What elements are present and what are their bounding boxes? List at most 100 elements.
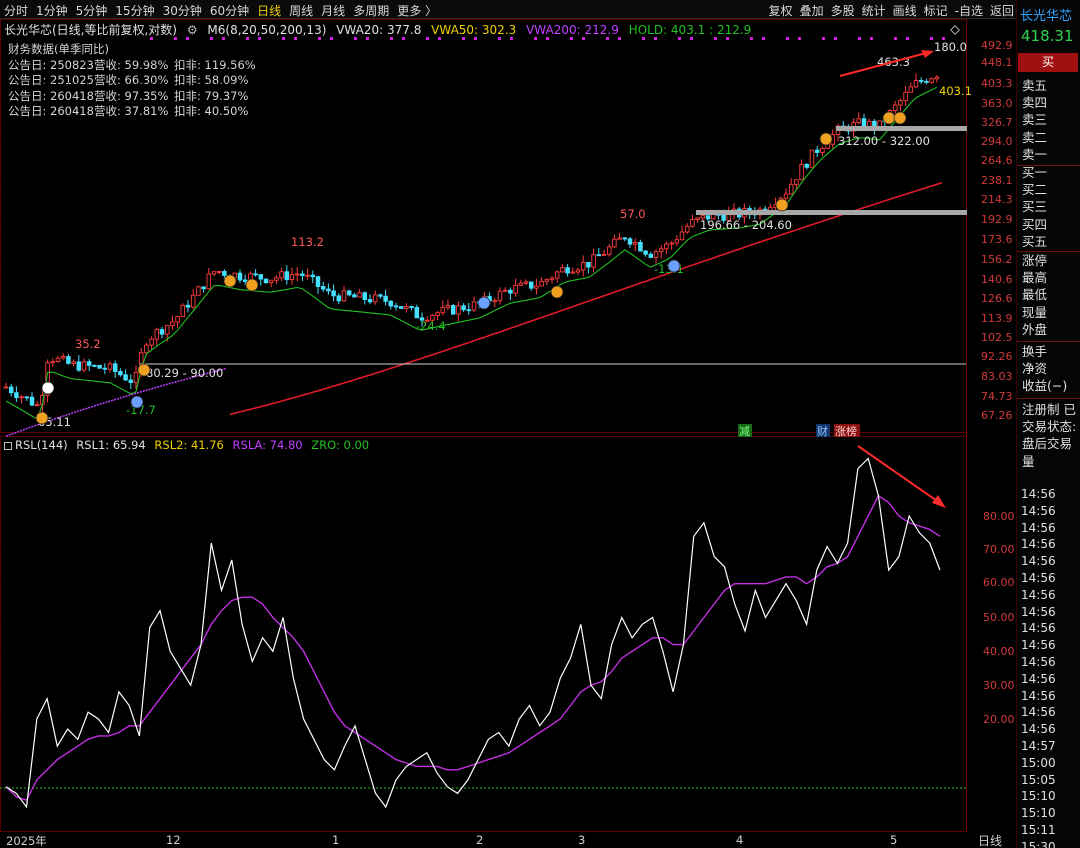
- event-tag-label: 财: [817, 424, 828, 438]
- period-tab-8[interactable]: 月线: [321, 2, 345, 19]
- candle-body: [892, 104, 898, 112]
- price-tick-label: 264.6: [981, 154, 1013, 167]
- rsl-name[interactable]: RSL(144): [15, 438, 68, 452]
- price-tick-label: 192.9: [981, 213, 1013, 226]
- period-tab-3[interactable]: 15分钟: [115, 2, 154, 19]
- peak-label-3: 57.0: [620, 207, 646, 221]
- candle-body: [627, 238, 633, 245]
- tick-times: 14:56 14:56 14:56 14:56 14:56 14:56 14:56 14:56…: [1021, 486, 1056, 848]
- candle-body: [76, 361, 82, 371]
- period-tab-5[interactable]: 60分钟: [210, 2, 249, 19]
- signal-dot: [174, 37, 177, 40]
- candle-body: [674, 239, 680, 244]
- signal-badge-icon: [245, 278, 259, 292]
- signal-dot: [714, 37, 717, 40]
- signal-dot: [510, 37, 513, 40]
- candle-body: [118, 371, 123, 376]
- candle-body: [913, 80, 919, 88]
- candle-body: [305, 274, 310, 277]
- collapse-icon[interactable]: [4, 441, 12, 450]
- rsl-tick-label: 70.00: [983, 543, 1015, 556]
- quote-stats-2: 换手 净资 收益(−): [1022, 343, 1067, 395]
- period-tab-2[interactable]: 5分钟: [76, 2, 108, 19]
- signal-badge-icon: [223, 274, 237, 288]
- tool-button-0[interactable]: 复权: [769, 2, 793, 19]
- period-tabs: 分时 1分钟 5分钟 15分钟 30分钟 60分钟 日线 周线 月线 多周期 更多 〉: [4, 2, 437, 19]
- signal-dot: [690, 37, 693, 40]
- period-tab-0[interactable]: 分时: [4, 2, 28, 19]
- tool-button-3[interactable]: 统计: [862, 2, 886, 19]
- tool-button-7[interactable]: 返回: [990, 2, 1014, 19]
- tool-button-6[interactable]: -自选: [955, 2, 983, 19]
- candle-body: [164, 325, 170, 335]
- price-tick-label: 140.6: [981, 273, 1013, 286]
- period-tab-7[interactable]: 周线: [289, 2, 313, 19]
- rsl-tick-label: 30.00: [983, 679, 1015, 692]
- date-label: 3: [578, 833, 586, 847]
- signal-dot: [822, 37, 825, 40]
- signal-dot: [942, 37, 945, 40]
- candle-body: [8, 386, 14, 394]
- stock-name[interactable]: 长光华芯: [1020, 5, 1072, 24]
- rsl-tick-label: 60.00: [983, 576, 1015, 589]
- candle-body: [268, 279, 274, 284]
- price-tick-label: 74.73: [981, 390, 1013, 403]
- rsl-panel-frame: [0, 436, 967, 832]
- tool-button-2[interactable]: 多股: [831, 2, 855, 19]
- candle-body: [71, 361, 76, 364]
- support-band-2: [696, 210, 967, 215]
- candle-body: [274, 277, 279, 281]
- tool-button-4[interactable]: 画线: [893, 2, 917, 19]
- period-tab-1[interactable]: 1分钟: [36, 2, 68, 19]
- buy-button[interactable]: 买: [1018, 53, 1078, 72]
- buy-level-3: 买四: [1022, 216, 1048, 232]
- price-tick-label: 294.0: [981, 135, 1013, 148]
- tick-time-5: 14:56: [1021, 570, 1056, 585]
- signal-dot: [654, 37, 657, 40]
- peak-label-2: 113.2: [291, 235, 324, 249]
- signal-badge-icon: [35, 411, 49, 425]
- tool-button-5[interactable]: 标记: [924, 2, 948, 19]
- support-zone-1-label: 80.29 - 90.00: [146, 366, 223, 380]
- signal-dot: [354, 37, 357, 40]
- candle-body: [144, 344, 149, 354]
- period-tab-9[interactable]: 多周期: [353, 2, 389, 19]
- status-0: 注册制 已: [1022, 402, 1076, 417]
- tool-button-1[interactable]: 叠加: [800, 2, 824, 19]
- candle-body: [300, 273, 305, 277]
- candle-body: [502, 289, 508, 292]
- price-tick-label: 126.6: [981, 292, 1013, 305]
- period-tab-4[interactable]: 30分钟: [163, 2, 202, 19]
- kline-chart[interactable]: 492.9 448.1 403.3 363.0 326.7 294.0 264.6 238.1…: [0, 19, 1016, 832]
- signal-dot: [894, 37, 897, 40]
- candle-body: [367, 299, 373, 303]
- signal-badge-icon: [819, 132, 833, 146]
- signal-dot: [150, 37, 153, 40]
- candle-body: [284, 271, 290, 281]
- signal-badge-icon: [893, 111, 907, 125]
- candle-body: [320, 286, 326, 290]
- buy-levels: 买一 买二 买三 买四 买五: [1022, 164, 1047, 250]
- candle-body: [664, 243, 669, 250]
- stat-0: 涨停: [1022, 253, 1048, 268]
- candle-body: [112, 363, 118, 372]
- rsl-tick-label: 50.00: [983, 611, 1015, 624]
- price-tick-label: 113.9: [981, 312, 1013, 325]
- price-tick-label: 92.26: [981, 350, 1013, 363]
- candle-body: [804, 163, 810, 168]
- period-tab-6[interactable]: 日线: [257, 2, 281, 19]
- candle-body: [466, 309, 472, 312]
- signal-dot: [546, 37, 549, 40]
- tick-time-11: 14:56: [1021, 671, 1056, 686]
- candle-body: [154, 329, 160, 340]
- candle-body: [586, 261, 591, 268]
- period-label[interactable]: 日线: [978, 832, 1002, 848]
- tick-time-15: 14:57: [1021, 738, 1056, 753]
- signal-badge-icon: [41, 381, 55, 395]
- candle-body: [560, 267, 565, 273]
- candle-body: [97, 364, 102, 369]
- period-tab-10[interactable]: 更多 〉: [397, 2, 437, 19]
- rsl-tick-label: 20.00: [983, 713, 1015, 726]
- candle-body: [518, 282, 524, 286]
- signal-dot: [570, 37, 573, 40]
